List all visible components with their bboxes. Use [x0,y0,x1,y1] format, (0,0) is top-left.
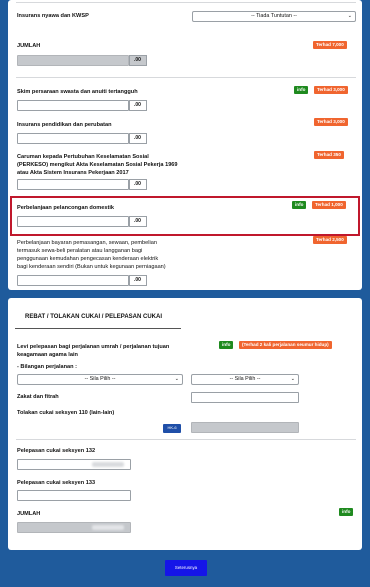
chevron-down-icon: ⌄ [174,376,179,382]
limit-badge: Terhad 350 [314,151,344,159]
insurans-pendidikan-input[interactable] [17,133,129,144]
decimal-suffix: .00 [129,179,147,190]
tolakan-field [191,422,299,433]
insurans-pendidikan-label: Insurans pendidikan dan perubatan [17,122,112,128]
kenderaan-elektrik-label: Perbelanjaan bayaran pemasangan, sewaan,… [17,240,157,246]
caruman-perkeso-label: (PERKESO) mengikut Akta Keselamatan Sosi… [17,162,178,168]
caruman-perkeso-label: atau Akta Sistem Insurans Pekerjaan 2017 [17,170,129,176]
kenderaan-elektrik-input[interactable] [17,275,129,286]
info-button[interactable]: info [339,508,354,516]
jumlah-field [17,55,129,66]
title-underline [15,328,181,329]
zakat-input[interactable] [191,392,299,403]
levi-label: Levi pelepasan bagi perjalanan umrah / p… [17,344,170,350]
divider [16,2,356,3]
info-button[interactable]: info [294,86,309,94]
hkb-button[interactable]: HK-6 [163,424,181,433]
rebat-title: REBAT / TOLAKAN CUKAI / PELEPASAN CUKAI [25,314,163,320]
decimal-suffix: .00 [129,133,147,144]
pelepasan-132-field[interactable] [17,459,131,470]
limit-badge: Terhad 3,000 [314,86,348,94]
kenderaan-elektrik-label: termasuk sewa-beli peralatan atau langga… [17,248,143,254]
caruman-perkeso-label: Caruman kepada Pertubuhan Keselamatan So… [17,154,149,160]
skim-persaraan-label: Skim persaraan swasta dan anuiti tertang… [17,89,138,95]
decimal-suffix: .00 [129,55,147,66]
pelepasan-133-label: Pelepasan cukai seksyen 133 [17,480,96,486]
relief-card: Insurans nyawa dan KWSP -- Tiada Tuntuta… [8,0,362,290]
info-button[interactable]: info [219,341,234,349]
limit-badge: Terhad 2,500 [313,236,347,244]
limit-badge: Terhad 3,000 [314,118,348,126]
decimal-suffix: .00 [129,100,147,111]
kenderaan-elektrik-label: bagi kenderaan sendiri (Bukan untuk kegu… [17,264,166,270]
limit-badge: Terhad 7,000 [313,41,347,49]
bilangan-label: - Bilangan perjalanan : [17,364,77,370]
insurans-nyawa-label: Insurans nyawa dan KWSP [17,13,89,19]
chevron-down-icon: ⌄ [290,376,295,382]
divider [16,77,356,78]
tolakan-label: Tolakan cukai seksyen 110 (lain-lain) [17,410,115,416]
rebat-card: REBAT / TOLAKAN CUKAI / PELEPASAN CUKAI … [8,298,362,550]
jumlah-label: JUMLAH [17,511,41,517]
kenderaan-elektrik-label: penggunaan kemudahan pengecasan kenderaa… [17,256,159,262]
bilangan-select-1[interactable]: -- Sila Pilih -- ⌄ [17,374,183,385]
skim-persaraan-input[interactable] [17,100,129,111]
jumlah-field [17,522,131,533]
jumlah-label: JUMLAH [17,43,41,49]
submit-button[interactable]: Seterusnya [165,560,207,576]
pelepasan-132-label: Pelepasan cukai seksyen 132 [17,448,96,454]
zakat-label: Zakat dan fitrah [17,394,59,400]
limit-badge: (Terhad 2 kali perjalanan seumur hidup) [239,341,332,349]
chevron-down-icon: ⌄ [347,13,352,19]
decimal-suffix: .00 [129,275,147,286]
levi-label: keagamaan agama lain [17,352,78,358]
divider [16,439,356,440]
insurans-nyawa-select[interactable]: -- Tiada Tuntutan -- ⌄ [192,11,356,22]
caruman-perkeso-input[interactable] [17,179,129,190]
bilangan-select-2[interactable]: -- Sila Pilih -- ⌄ [191,374,299,385]
highlight-box [10,196,360,236]
pelepasan-133-input[interactable] [17,490,131,501]
